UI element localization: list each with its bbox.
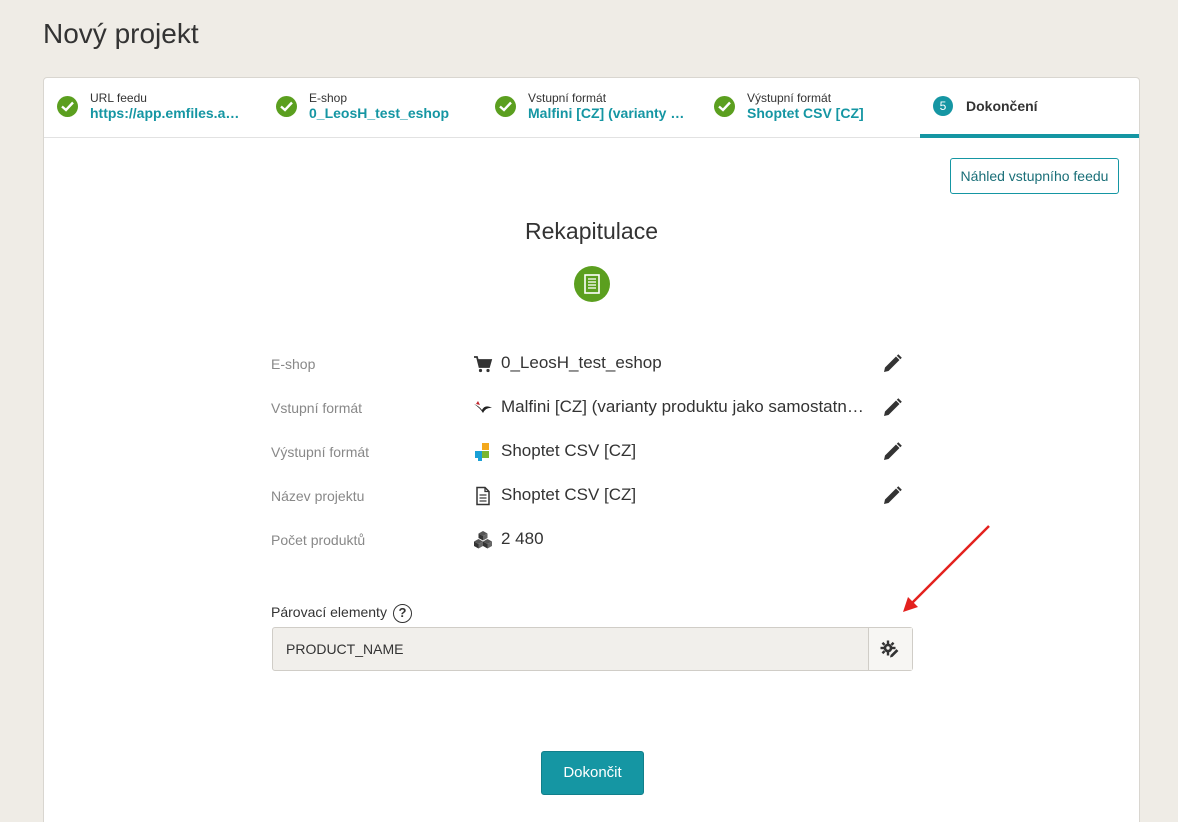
cart-icon xyxy=(473,354,493,374)
help-icon[interactable]: ? xyxy=(393,604,412,623)
row-value: 2 480 xyxy=(501,529,544,548)
pairing-elements-label: Párovací elementy xyxy=(271,604,387,620)
step-value: Malfini [CZ] (varianty p... xyxy=(528,105,688,121)
row-value: Malfini [CZ] (varianty produktu jako sam… xyxy=(501,397,873,416)
step-value: Shoptet CSV [CZ] xyxy=(747,105,864,121)
pairing-elements-value: PRODUCT_NAME xyxy=(286,641,404,657)
edit-input-format-icon[interactable] xyxy=(881,397,903,419)
pairing-elements-field[interactable]: PRODUCT_NAME xyxy=(272,627,913,671)
step-eshop[interactable]: E-shop 0_LeosH_test_eshop xyxy=(263,78,482,138)
row-label: Výstupní formát xyxy=(271,444,370,460)
row-label: E-shop xyxy=(271,356,316,372)
pairing-settings-button[interactable] xyxy=(868,628,912,670)
page-title: Nový projekt xyxy=(43,18,199,49)
finish-button[interactable]: Dokončit xyxy=(541,751,644,795)
check-icon xyxy=(57,96,78,117)
step-value: 0_LeosH_test_eshop xyxy=(309,105,450,121)
preview-input-feed-button[interactable]: Náhled vstupního feedu xyxy=(950,158,1119,194)
edit-project-name-icon[interactable] xyxy=(881,485,903,507)
step-label: Vstupní formát xyxy=(528,91,607,105)
document-list-icon xyxy=(574,266,610,302)
check-icon xyxy=(495,96,516,117)
wizard-steps: URL feedu https://app.emfiles.ap... E-sh… xyxy=(44,78,1139,138)
recap-row-eshop: E-shop 0_LeosH_test_eshop xyxy=(271,352,911,376)
step-label: URL feedu xyxy=(90,91,147,105)
row-label: Počet produktů xyxy=(271,532,366,548)
check-icon xyxy=(714,96,735,117)
step-number: 5 xyxy=(933,96,953,116)
row-label: Název projektu xyxy=(271,488,365,504)
recap-row-project-name: Název projektu Shoptet CSV [CZ] xyxy=(271,484,911,508)
step-finish[interactable]: 5 Dokončení xyxy=(920,78,1139,138)
recap-row-product-count: Počet produktů 2 480 xyxy=(271,528,911,552)
boxes-icon xyxy=(473,530,493,550)
step-value: https://app.emfiles.ap... xyxy=(90,105,240,121)
gear-edit-icon xyxy=(880,640,899,658)
recap-row-output-format: Výstupní formát Shoptet CSV [CZ] xyxy=(271,440,911,464)
step-input-format[interactable]: Vstupní formát Malfini [CZ] (varianty p.… xyxy=(482,78,701,138)
document-icon xyxy=(473,486,493,506)
step-label: Výstupní formát xyxy=(747,91,832,105)
wizard-card: URL feedu https://app.emfiles.ap... E-sh… xyxy=(43,77,1140,822)
row-value: Shoptet CSV [CZ] xyxy=(501,485,637,504)
step-url-feed[interactable]: URL feedu https://app.emfiles.ap... xyxy=(44,78,263,138)
row-label: Vstupní formát xyxy=(271,400,363,416)
step-label: E-shop xyxy=(309,91,348,105)
row-value: 0_LeosH_test_eshop xyxy=(501,353,662,372)
malfini-logo-icon xyxy=(473,398,493,418)
check-icon xyxy=(276,96,297,117)
row-value: Shoptet CSV [CZ] xyxy=(501,441,637,460)
shoptet-logo-icon xyxy=(473,442,493,462)
recap-row-input-format: Vstupní formát Malfini [CZ] (varianty pr… xyxy=(271,396,911,420)
edit-output-format-icon[interactable] xyxy=(881,441,903,463)
recap-title: Rekapitulace xyxy=(525,218,658,244)
step-output-format[interactable]: Výstupní formát Shoptet CSV [CZ] xyxy=(701,78,920,138)
edit-eshop-icon[interactable] xyxy=(881,353,903,375)
step-label: Dokončení xyxy=(966,98,1038,114)
